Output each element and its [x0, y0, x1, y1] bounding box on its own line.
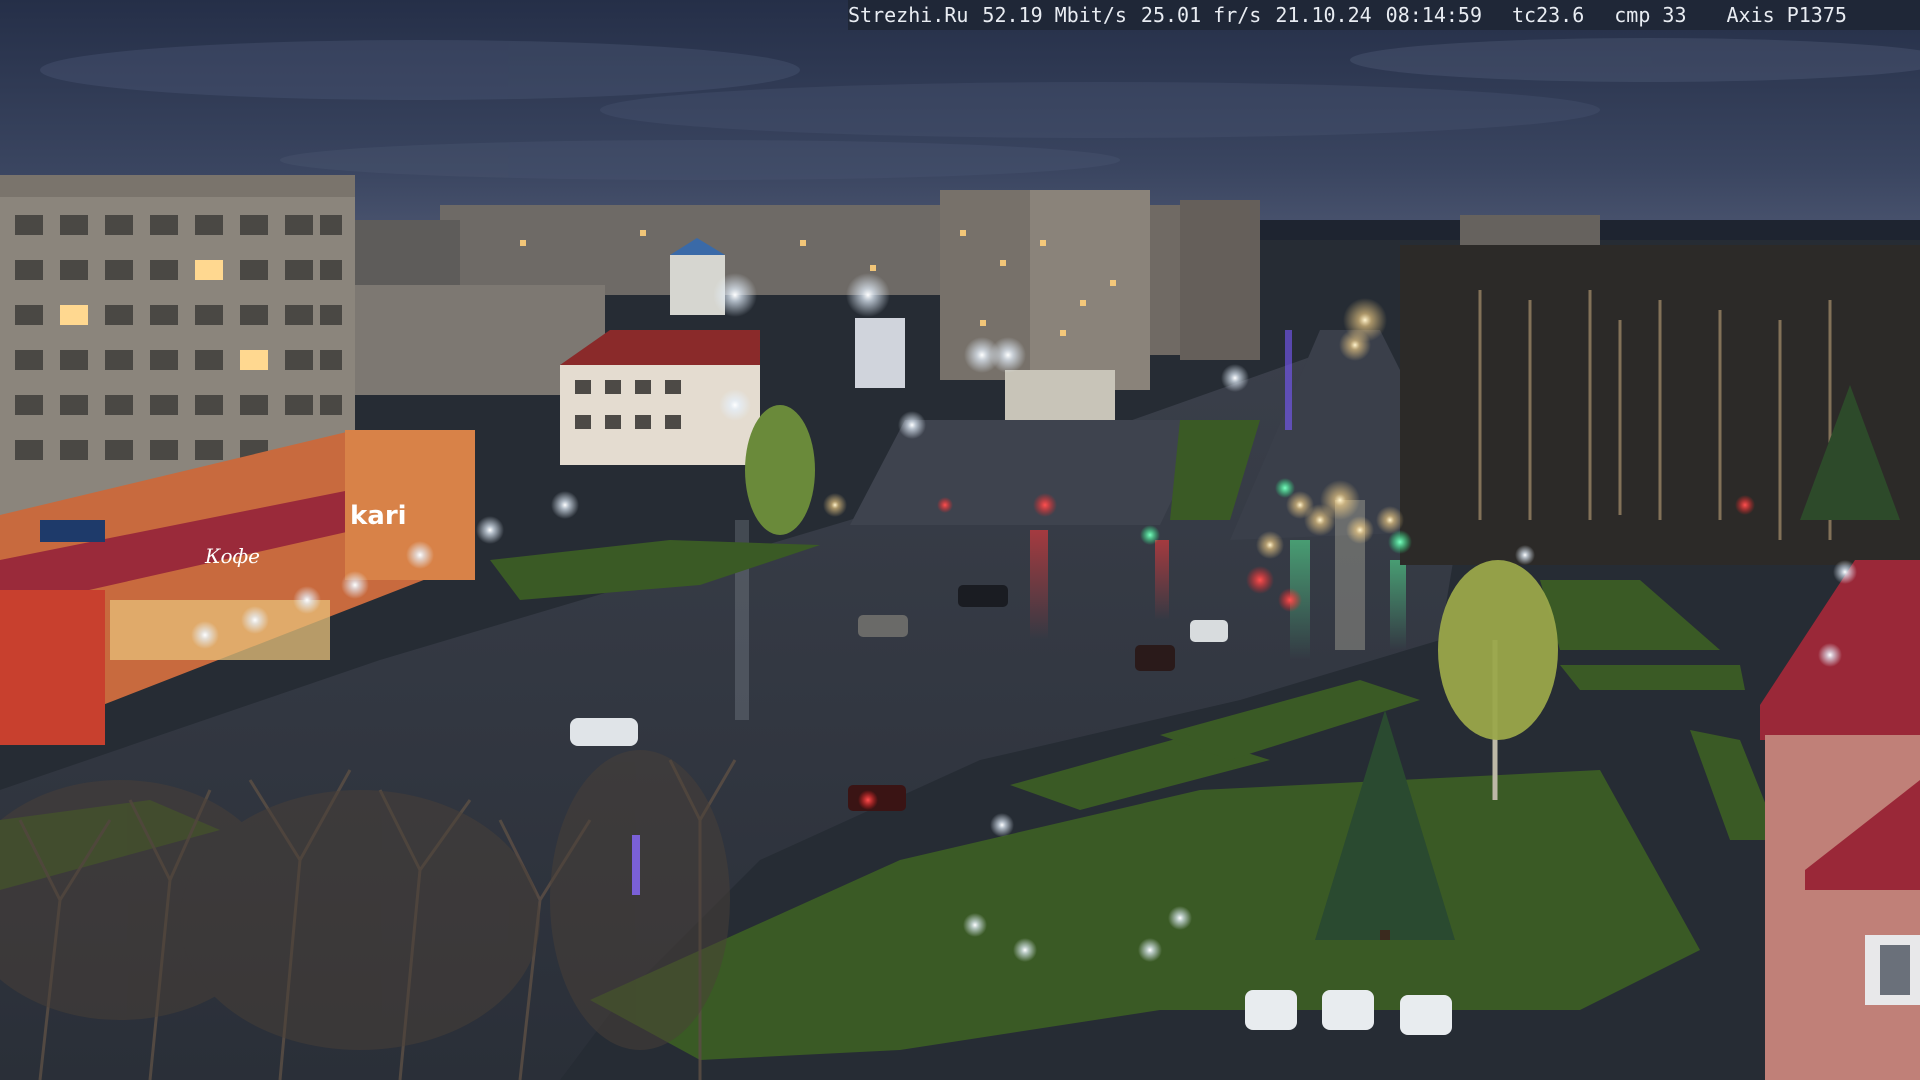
- osd-cmp: cmp 33: [1614, 3, 1687, 27]
- osd-tc: tc23.6: [1512, 3, 1585, 27]
- osd-bitrate: 52.19 Mbit/s: [982, 3, 1127, 27]
- webcam-frame: kari Кофе Strezhi.Ru 52.19 Mbit/s 25.01 …: [0, 0, 1920, 1080]
- osd-time: 08:14:59: [1385, 3, 1482, 27]
- osd-camera-model: Axis P1375: [1726, 3, 1847, 27]
- camera-osd-overlay: Strezhi.Ru 52.19 Mbit/s 25.01 fr/s 21.10…: [848, 0, 1920, 30]
- store-sign-secondary: Кофе: [204, 544, 260, 568]
- right-tree-grove: [1400, 245, 1920, 565]
- store-sign: kari: [350, 501, 407, 531]
- city-street-scene: kari Кофе: [0, 0, 1920, 1080]
- osd-framerate: 25.01 fr/s: [1140, 3, 1262, 27]
- foreground-bare-trees-canopy: [0, 750, 730, 1050]
- center-green-tree: [745, 405, 815, 535]
- osd-date: 21.10.24: [1275, 3, 1372, 27]
- osd-site: Strezhi.Ru: [848, 3, 969, 27]
- center-small-building: [855, 318, 905, 388]
